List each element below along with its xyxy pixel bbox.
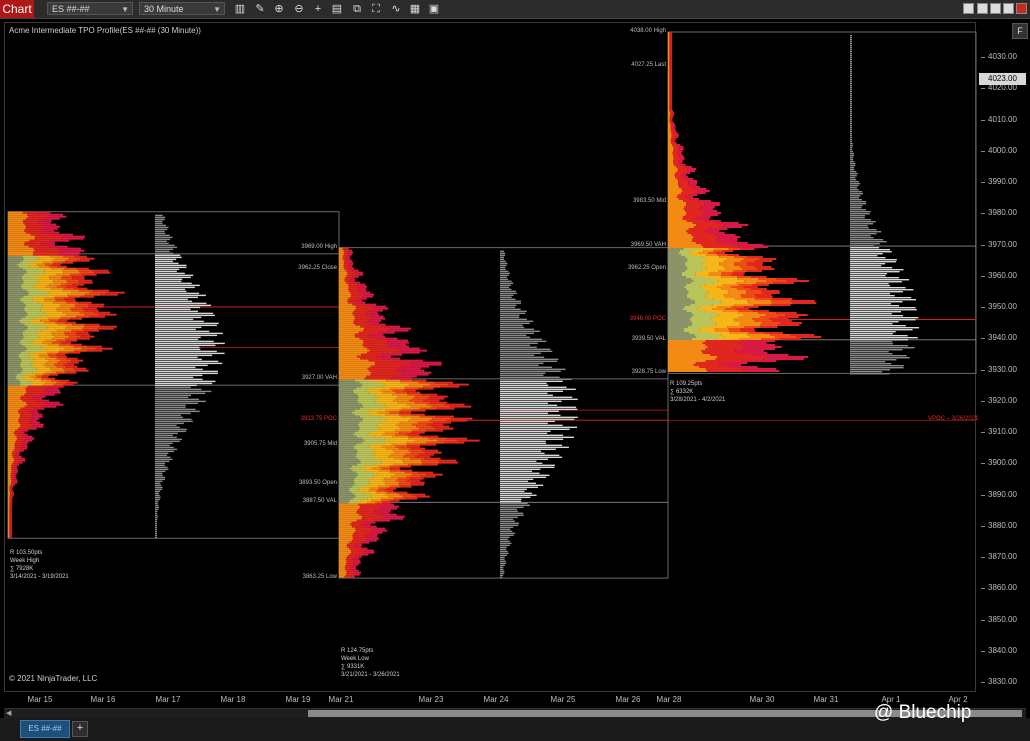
price-level-label: 3962.25 Open bbox=[627, 264, 666, 271]
templates-icon[interactable]: ⧉ bbox=[350, 2, 364, 16]
zoom-out-icon[interactable]: ⊖ bbox=[292, 2, 306, 16]
screenshot-icon[interactable]: ⛶ bbox=[369, 2, 383, 16]
y-tick-label: 4010.00 bbox=[981, 114, 1017, 124]
poc-label: 3913.75 POC bbox=[300, 416, 337, 423]
y-tick-label: 3880.00 bbox=[981, 520, 1017, 530]
horizontal-scrollbar[interactable]: ◀ bbox=[4, 708, 1026, 718]
close-button[interactable] bbox=[1016, 3, 1027, 14]
copyright-text: © 2021 NinjaTrader, LLC bbox=[9, 674, 98, 683]
price-level-label: 3863.25 Low bbox=[302, 574, 337, 581]
data-box-icon[interactable]: ▣ bbox=[427, 2, 441, 16]
instrument-selector[interactable]: ES ##-## ▼ bbox=[47, 2, 133, 15]
x-tick-label: Mar 15 bbox=[27, 695, 53, 704]
x-tick-label: Mar 24 bbox=[483, 695, 509, 704]
profile-stat-line: ∑ 6332K bbox=[670, 389, 694, 395]
x-tick-label: Mar 25 bbox=[550, 695, 576, 704]
price-level-label: 4038.00 High bbox=[630, 28, 666, 34]
price-level-label: 3928.75 Low bbox=[631, 369, 666, 376]
chart-badge[interactable]: Chart bbox=[0, 0, 34, 18]
x-tick-label: Mar 16 bbox=[90, 695, 116, 704]
profile-stat-line: ∑ 9331K bbox=[341, 664, 365, 670]
y-tick-label: 3970.00 bbox=[981, 239, 1017, 249]
x-tick-label: Mar 19 bbox=[285, 695, 311, 704]
x-tick-label: Mar 30 bbox=[749, 695, 775, 704]
x-tick-label: Mar 18 bbox=[220, 695, 246, 704]
profile-stats: R 109.25pts ∑ 6332K 3/28/2021 - 4/2/2021 bbox=[670, 380, 725, 404]
profile-stat-line: R 103.50pts bbox=[10, 550, 43, 556]
profile-stat-line: 3/21/2021 - 3/26/2021 bbox=[341, 672, 400, 678]
watermark: @ Bluechip bbox=[874, 702, 972, 723]
x-tick-label: Mar 31 bbox=[813, 695, 839, 704]
price-level-label: 3905.75 Mid bbox=[303, 441, 337, 448]
y-tick-label: 3860.00 bbox=[981, 583, 1017, 593]
x-tick-label: Mar 21 bbox=[328, 695, 354, 704]
restore-button[interactable] bbox=[977, 3, 988, 14]
y-tick-label: 3840.00 bbox=[981, 645, 1017, 655]
y-tick-label: 4030.00 bbox=[981, 52, 1017, 61]
y-tick-label: 3960.00 bbox=[981, 270, 1017, 280]
tab-instrument[interactable]: ES ##-## bbox=[20, 720, 70, 738]
bars-icon[interactable]: ▥ bbox=[233, 2, 247, 16]
interval-selector[interactable]: 30 Minute ▼ bbox=[139, 2, 225, 15]
y-tick-label: 3870.00 bbox=[981, 552, 1017, 561]
add-tab-button[interactable]: + bbox=[72, 721, 88, 737]
price-level-label: 3962.25 Close bbox=[298, 264, 337, 271]
x-tick-label: Mar 23 bbox=[418, 695, 444, 704]
chevron-down-icon: ▼ bbox=[213, 5, 221, 14]
profile-stat-line: R 124.75pts bbox=[341, 648, 374, 654]
price-level-label: 3939.50 VAL bbox=[631, 335, 666, 342]
interval-value: 30 Minute bbox=[144, 4, 184, 14]
strategies-icon[interactable]: ∿ bbox=[389, 2, 403, 16]
chevron-down-icon: ▼ bbox=[121, 5, 129, 14]
price-level-label: 4027.25 Last bbox=[631, 61, 666, 68]
y-tick-label: 3990.00 bbox=[981, 177, 1017, 186]
properties-icon[interactable]: ▤ bbox=[330, 2, 344, 16]
y-tick-label: 3890.00 bbox=[981, 489, 1017, 499]
profile-stat-line: 3/28/2021 - 4/2/2021 bbox=[670, 397, 726, 403]
vpoc-label: VPOC – 3/26/2021 bbox=[928, 416, 979, 423]
poc-label: 3946.00 POC bbox=[629, 315, 666, 322]
chart-toolbar: Chart ES ##-## ▼ 30 Minute ▼ ▥ ✎ ⊕ ⊖ + ▤ ⧉… bbox=[0, 0, 1030, 19]
y-tick-label: 3900.00 bbox=[981, 458, 1017, 468]
profile-stats: R 124.75pts Week Low ∑ 9331K 3/21/2021 - 3/… bbox=[341, 647, 400, 679]
scroll-left-icon[interactable]: ◀ bbox=[6, 709, 11, 717]
y-tick-label: 3980.00 bbox=[981, 208, 1017, 218]
y-tick-label: 3850.00 bbox=[981, 614, 1017, 624]
profile-stat-line: R 109.25pts bbox=[670, 381, 703, 387]
price-level-label: 3969.00 High bbox=[301, 243, 337, 250]
indicators-icon[interactable]: ▦ bbox=[408, 2, 422, 16]
price-level-label: 3893.50 Open bbox=[298, 479, 337, 486]
crosshair-icon[interactable]: + bbox=[311, 2, 325, 16]
minimize-button[interactable] bbox=[963, 3, 974, 14]
current-price-badge: 4023.00 bbox=[979, 73, 1026, 85]
y-tick-label: 4000.00 bbox=[981, 145, 1017, 155]
pencil-icon[interactable]: ✎ bbox=[253, 2, 267, 16]
profile-stat-line: Week High bbox=[10, 558, 40, 564]
profile-stat-line: ∑ 7928K bbox=[10, 566, 34, 572]
price-level-label: 3969.50 VAH bbox=[630, 242, 666, 249]
chart-plot-area[interactable] bbox=[4, 22, 976, 692]
x-tick-label: Mar 17 bbox=[155, 695, 181, 704]
y-tick-label: 3920.00 bbox=[981, 395, 1017, 405]
price-level-label: 3927.00 VAH bbox=[301, 374, 337, 381]
time-axis[interactable]: Mar 15 Mar 16 Mar 17 Mar 18 Mar 19 Mar 21 Mar … bbox=[0, 692, 977, 708]
instrument-value: ES ##-## bbox=[52, 4, 90, 14]
x-tick-label: Mar 26 bbox=[615, 695, 641, 704]
maximize-button[interactable] bbox=[1003, 3, 1014, 14]
y-tick-label: 3830.00 bbox=[981, 677, 1017, 686]
zoom-in-icon[interactable]: ⊕ bbox=[272, 2, 286, 16]
y-tick-label: 3930.00 bbox=[981, 364, 1017, 374]
profile-stats: R 103.50pts Week High ∑ 7928K 3/14/2021 - 3… bbox=[10, 549, 69, 581]
tile-button[interactable] bbox=[990, 3, 1001, 14]
price-axis[interactable]: 4030.00 4020.00 4010.00 4000.00 3990.00 3980.… bbox=[977, 22, 1030, 692]
y-tick-label: 3940.00 bbox=[981, 333, 1017, 343]
x-tick-label: Mar 28 bbox=[656, 695, 682, 704]
y-tick-label: 3910.00 bbox=[981, 427, 1017, 436]
chart-title: Acme Intermediate TPO Profile(ES ##-## (… bbox=[9, 26, 201, 35]
profile-stat-line: 3/14/2021 - 3/19/2021 bbox=[10, 574, 69, 580]
y-tick-label: 3950.00 bbox=[981, 302, 1017, 311]
profile-stat-line: Week Low bbox=[341, 656, 369, 662]
price-level-label: 3887.50 VAL bbox=[302, 498, 337, 505]
price-level-label: 3983.50 Mid bbox=[632, 198, 666, 205]
